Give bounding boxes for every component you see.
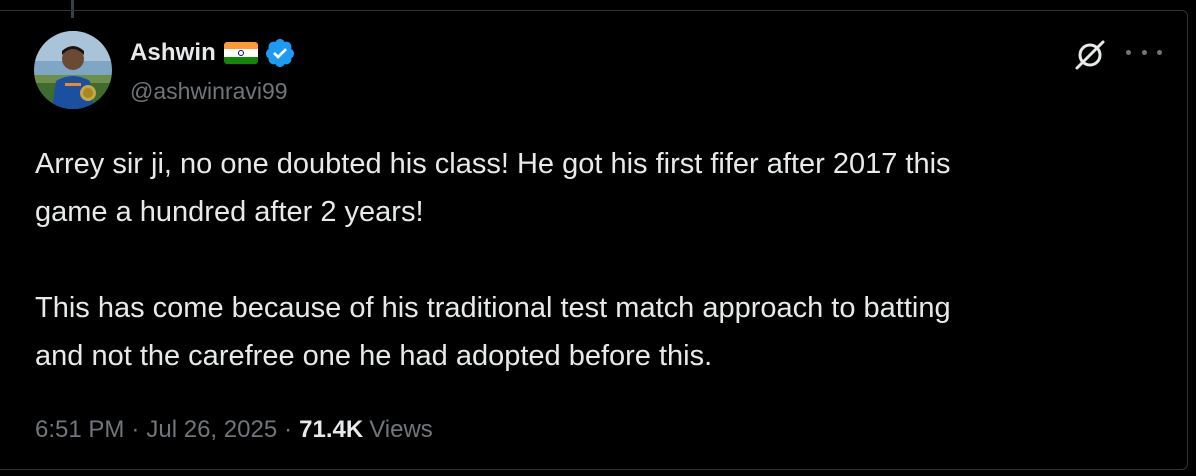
india-flag-icon <box>223 42 258 64</box>
verified-badge-icon[interactable] <box>264 37 296 69</box>
tweet-date[interactable]: Jul 26, 2025 <box>146 416 277 444</box>
meta-separator: · <box>131 416 140 443</box>
tweet-card: Ashwin @ashwinravi99 Arrey sir ji, no on… <box>0 0 1196 476</box>
author-handle[interactable]: @ashwinravi99 <box>130 78 288 105</box>
author-name-row: Ashwin <box>130 36 296 70</box>
author-display-name[interactable]: Ashwin <box>130 39 216 67</box>
tweet-line: game a hundred after 2 years! <box>35 196 424 228</box>
meta-separator: · <box>284 416 293 443</box>
grok-icon[interactable] <box>1073 38 1107 72</box>
tweet-paragraph: Arrey sir ji, no one doubted his class! … <box>35 140 1165 236</box>
avatar-image <box>34 31 112 109</box>
tweet-line: This has come because of his traditional… <box>35 292 951 324</box>
tweet-line: and not the carefree one he had adopted … <box>35 340 713 372</box>
more-options-icon[interactable] <box>1126 40 1162 64</box>
tweet-meta: 6:51 PM · Jul 26, 2025 · 71.4K Views <box>35 416 433 444</box>
avatar[interactable] <box>34 31 112 109</box>
tweet-time[interactable]: 6:51 PM <box>35 416 124 444</box>
tweet-paragraph: This has come because of his traditional… <box>35 284 1165 380</box>
views-label: Views <box>369 416 433 443</box>
views-count[interactable]: 71.4K <box>299 416 363 444</box>
tweet-line: Arrey sir ji, no one doubted his class! … <box>35 148 951 180</box>
tweet-text: Arrey sir ji, no one doubted his class! … <box>35 140 1165 380</box>
